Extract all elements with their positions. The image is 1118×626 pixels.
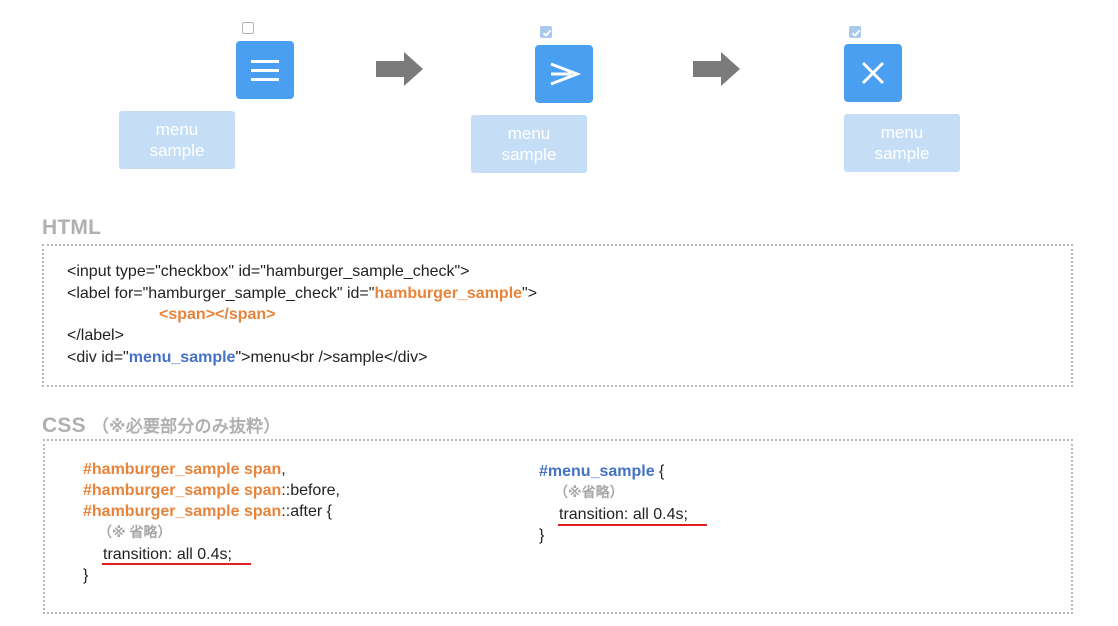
- close-button[interactable]: [844, 44, 902, 102]
- unchecked-checkbox[interactable]: [242, 22, 254, 34]
- menu-sample-box: menu sample: [471, 115, 587, 173]
- menu-sample-box: menu sample: [119, 111, 235, 169]
- code-text: transition: all 0.4s: [103, 546, 228, 563]
- css-title-text: CSS: [42, 414, 86, 437]
- arrow-right-icon: [693, 52, 740, 86]
- html-code-line-4: </label>: [67, 327, 124, 344]
- code-text: ::after {: [281, 503, 332, 520]
- css-right-line-1: #menu_sample {: [539, 461, 664, 483]
- menu-line-2: sample: [874, 144, 930, 163]
- code-text: transition: all 0.4s: [559, 506, 684, 523]
- css-left-line-1: #hamburger_sample span,: [83, 459, 286, 481]
- css-right-close: }: [539, 527, 545, 544]
- css-selector: #hamburger_sample span: [83, 482, 282, 499]
- code-highlight: menu_sample: [128, 349, 236, 366]
- html-code-line-5: <div id="menu_sample">menu<br />sample</…: [67, 347, 427, 369]
- hamburger-button-open[interactable]: [535, 45, 593, 103]
- html-section-title: HTML: [42, 216, 102, 239]
- menu-line-1: menu: [155, 120, 199, 139]
- checkmark-icon: [542, 29, 552, 37]
- menu-line-2: sample: [501, 145, 557, 164]
- hamburger-button[interactable]: [236, 41, 294, 99]
- code-text: ">menu<br />sample</div>: [235, 349, 428, 366]
- checked-checkbox[interactable]: [540, 26, 552, 38]
- css-right-comment: （※省略）: [554, 484, 624, 500]
- red-underline: [102, 563, 251, 565]
- red-underline: [558, 524, 707, 526]
- css-right-declaration: transition: all 0.4s;: [559, 504, 688, 526]
- menu-line-2: sample: [149, 141, 205, 160]
- css-left-line-3: #hamburger_sample span::after {: [83, 501, 332, 523]
- html-code-line-1: <input type="checkbox" id="hamburger_sam…: [67, 263, 470, 280]
- code-text: ;: [227, 546, 232, 563]
- css-left-close: }: [83, 567, 89, 584]
- code-text: ">: [522, 285, 538, 302]
- css-selector: #menu_sample: [539, 463, 655, 480]
- code-text: ,: [281, 461, 286, 478]
- html-code-line-3: <span></span>: [159, 304, 276, 326]
- css-left-comment: （※ 省略）: [98, 524, 172, 540]
- code-highlight: hamburger_sample: [374, 285, 523, 302]
- html-code-line-2: <label for="hamburger_sample_check" id="…: [67, 283, 537, 305]
- code-highlight: <span></span>: [159, 306, 276, 323]
- css-title-subtitle: （※必要部分のみ抜粋）: [91, 417, 281, 436]
- code-text: ::before,: [281, 482, 340, 499]
- menu-line-1: menu: [880, 123, 924, 142]
- checkmark-icon: [851, 29, 861, 37]
- arrow-right-icon: [376, 52, 423, 86]
- code-text: {: [654, 463, 665, 480]
- css-left-line-2: #hamburger_sample span::before,: [83, 480, 340, 502]
- css-section-title: CSS （※必要部分のみ抜粋）: [42, 412, 281, 438]
- css-selector: #hamburger_sample span: [83, 461, 282, 478]
- code-text: <div id=": [67, 349, 129, 366]
- close-icon: [861, 61, 885, 85]
- css-selector: #hamburger_sample span: [83, 503, 282, 520]
- menu-line-1: menu: [507, 124, 551, 143]
- checked-checkbox[interactable]: [849, 26, 861, 38]
- chevron-right-icon: [550, 62, 582, 86]
- code-text: <label for="hamburger_sample_check" id=": [67, 285, 375, 302]
- code-text: ;: [683, 506, 688, 523]
- menu-sample-box: menu sample: [844, 114, 960, 172]
- hamburger-icon: [251, 60, 279, 81]
